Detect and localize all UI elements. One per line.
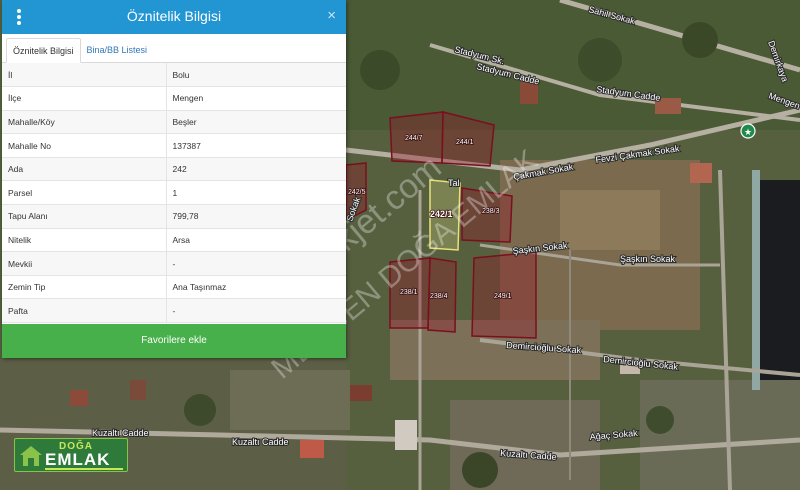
table-row: İl Bolu xyxy=(2,63,346,88)
tab-building-list[interactable]: Bina/BB Listesi xyxy=(81,38,154,63)
add-to-favorites-button[interactable]: Favorilere ekle xyxy=(2,324,346,358)
row-value: - xyxy=(166,298,346,324)
row-key: Nitelik xyxy=(2,228,167,253)
table-row: Tapu Alanı 799,78 xyxy=(2,204,346,229)
green-house-icon xyxy=(20,446,42,466)
logo-brand-main: EMLAK xyxy=(45,450,111,469)
table-row: Nitelik Arsa xyxy=(2,228,346,253)
logo-underline xyxy=(45,468,123,470)
attribute-table: İl Bolu İlçe Mengen Mahalle/Köy Beşler Maha… xyxy=(2,63,346,324)
close-icon[interactable]: × xyxy=(327,8,336,24)
parcel-label: 249/1 xyxy=(494,293,512,300)
panel-header: Öznitelik Bilgisi × xyxy=(2,0,346,34)
table-row: Parsel 1 xyxy=(2,180,346,206)
street-label: Kuzaltı Cadde xyxy=(92,428,149,438)
parcel-label: 242/5 xyxy=(348,189,366,196)
parcel-label: 244/7 xyxy=(405,135,423,142)
green-circle-star-icon[interactable]: ★ xyxy=(740,123,756,139)
street-label: Şaşkın Sokak xyxy=(620,254,676,264)
parcel-label: 238/4 xyxy=(430,293,448,300)
table-row: Mahalle No 137387 xyxy=(2,133,346,158)
row-key: İlçe xyxy=(2,86,167,111)
row-key: Mahalle/Köy xyxy=(2,110,167,135)
table-row: İlçe Mengen xyxy=(2,86,346,111)
row-key: Zemin Tip xyxy=(2,275,167,300)
table-row: Mahalle/Köy Beşler xyxy=(2,110,346,135)
row-key: Mahalle No xyxy=(2,133,167,158)
street-label: Kuzaltı Cadde xyxy=(232,437,289,447)
row-value: 242 xyxy=(166,157,346,182)
row-value: Arsa xyxy=(166,228,346,253)
table-row: Ada 242 xyxy=(2,157,346,182)
parcel-label: 238/1 xyxy=(400,289,418,296)
row-value: 137387 xyxy=(166,133,346,158)
row-key: Tapu Alanı xyxy=(2,204,167,229)
row-key: İl xyxy=(2,63,167,88)
svg-text:★: ★ xyxy=(744,128,752,138)
tab-attributes[interactable]: Öznitelik Bilgisi xyxy=(6,38,81,63)
panel-title: Öznitelik Bilgisi xyxy=(126,8,222,24)
row-value: Beşler xyxy=(166,110,346,135)
table-row: Pafta - xyxy=(2,298,346,324)
row-value: 1 xyxy=(166,180,346,206)
attribute-panel: Öznitelik Bilgisi × Öznitelik Bilgisi Bi… xyxy=(2,0,346,358)
panel-tabs: Öznitelik Bilgisi Bina/BB Listesi xyxy=(2,34,346,63)
street-label: Tal xyxy=(448,178,460,188)
row-key: Pafta xyxy=(2,298,167,324)
row-value: Ana Taşınmaz xyxy=(166,275,346,300)
parcel-label: 244/1 xyxy=(456,139,474,146)
row-key: Mevkii xyxy=(2,251,167,276)
row-value: 799,78 xyxy=(166,204,346,229)
table-row: Mevkii - xyxy=(2,251,346,276)
row-key: Parsel xyxy=(2,180,167,206)
doga-emlak-logo: DOĞA EMLAK xyxy=(14,438,128,472)
row-value: - xyxy=(166,251,346,276)
table-row: Zemin Tip Ana Taşınmaz xyxy=(2,275,346,300)
row-key: Ada xyxy=(2,157,167,182)
row-value: Mengen xyxy=(166,86,346,111)
row-value: Bolu xyxy=(166,63,346,88)
